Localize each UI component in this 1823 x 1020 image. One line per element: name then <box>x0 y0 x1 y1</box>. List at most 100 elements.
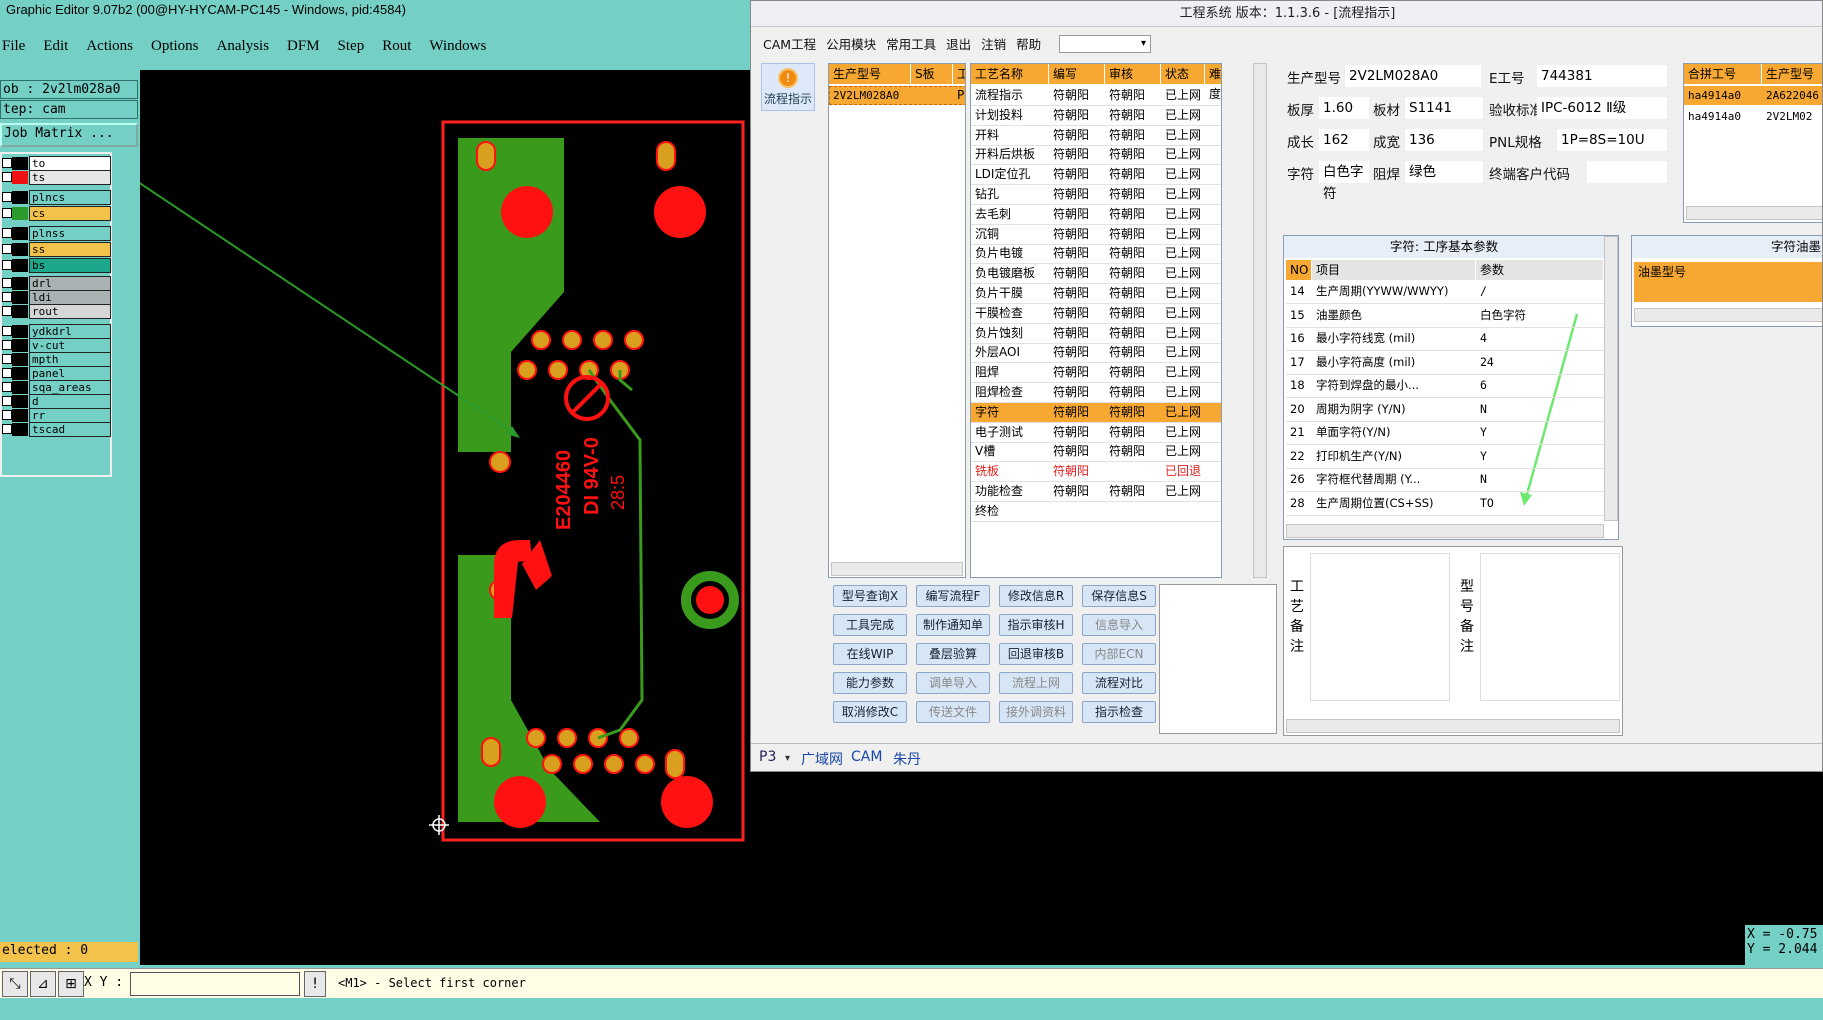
action-button[interactable]: 制作通知单 <box>916 614 990 636</box>
menu-edit[interactable]: Edit <box>43 38 68 62</box>
scrollbar-h[interactable] <box>1634 308 1822 322</box>
layer-color-swatch[interactable] <box>12 339 28 352</box>
layer-row-d[interactable]: d <box>2 394 112 409</box>
layer-color-swatch[interactable] <box>12 277 28 290</box>
layer-color-swatch[interactable] <box>12 367 28 380</box>
layer-row-plnss[interactable]: plnss <box>2 226 112 241</box>
action-button[interactable]: 编写流程F <box>916 585 990 607</box>
menu-logout[interactable]: 注销 <box>981 34 1006 53</box>
graphic-canvas[interactable]: E204460 DI 94V-0 28:5 <box>140 70 752 970</box>
action-button[interactable]: 流程上网 <box>999 672 1073 694</box>
field-model[interactable]: 2V2LM028A0 <box>1345 65 1481 87</box>
menu-options[interactable]: Options <box>151 38 199 62</box>
layer-row-ydkdrl[interactable]: ydkdrl <box>2 324 112 339</box>
layer-checkbox[interactable] <box>2 396 12 406</box>
col-header[interactable]: 工 <box>953 64 965 84</box>
layer-row-tscad[interactable]: tscad <box>2 422 112 437</box>
layer-row-to[interactable]: to <box>2 156 112 171</box>
status-dropdown-icon[interactable]: ▾ <box>785 753 790 764</box>
layer-name[interactable]: to <box>29 156 111 171</box>
field-standard[interactable]: IPC-6012 Ⅱ级 <box>1537 97 1667 119</box>
action-button[interactable]: 内部ECN <box>1082 643 1156 665</box>
action-button[interactable]: 型号查询X <box>833 585 907 607</box>
action-button[interactable]: 保存信息S <box>1082 585 1156 607</box>
merge-cell[interactable]: ha4914a0 <box>1684 86 1762 105</box>
layer-row-rout[interactable]: rout <box>2 304 112 319</box>
menu-rout[interactable]: Rout <box>382 38 411 62</box>
job-matrix-button[interactable]: Job Matrix ... <box>0 123 138 147</box>
field-thickness[interactable]: 1.60 <box>1319 97 1369 119</box>
layer-checkbox[interactable] <box>2 410 12 420</box>
field-eno[interactable]: 744381 <box>1537 65 1667 87</box>
col-header[interactable]: 工艺名称 <box>971 64 1049 84</box>
action-button[interactable]: 指示检查 <box>1082 701 1156 723</box>
action-button[interactable]: 传送文件 <box>916 701 990 723</box>
layer-name[interactable]: rout <box>29 304 111 319</box>
layer-name[interactable]: panel <box>29 366 111 381</box>
layer-checkbox[interactable] <box>2 354 12 364</box>
menu-actions[interactable]: Actions <box>86 38 133 62</box>
menu-help[interactable]: 帮助 <box>1016 34 1041 53</box>
menu-analysis[interactable]: Analysis <box>217 38 270 62</box>
layer-checkbox[interactable] <box>2 260 12 270</box>
layer-color-swatch[interactable] <box>12 353 28 366</box>
action-button[interactable]: 取消修改C <box>833 701 907 723</box>
menu-common-tools[interactable]: 常用工具 <box>886 34 936 53</box>
layer-color-swatch[interactable] <box>12 259 28 272</box>
layer-name[interactable]: drl <box>29 276 111 291</box>
menu-dfm[interactable]: DFM <box>287 38 320 62</box>
col-header[interactable]: S板 <box>911 64 953 84</box>
menu-windows[interactable]: Windows <box>429 38 486 62</box>
col-header[interactable]: 生产型号 <box>1762 64 1822 84</box>
field-material[interactable]: S1141 <box>1405 97 1483 119</box>
layer-color-swatch[interactable] <box>12 325 28 338</box>
action-button[interactable]: 流程对比 <box>1082 672 1156 694</box>
model-notes-text[interactable] <box>1480 553 1620 701</box>
merge-cell[interactable]: 2A622046 <box>1762 86 1822 105</box>
field-mask[interactable]: 绿色 <box>1405 161 1483 183</box>
layer-color-swatch[interactable] <box>12 291 28 304</box>
layer-color-swatch[interactable] <box>12 207 28 220</box>
action-button[interactable]: 接外调资料 <box>999 701 1073 723</box>
layer-checkbox[interactable] <box>2 382 12 392</box>
action-button[interactable]: 修改信息R <box>999 585 1073 607</box>
action-button[interactable]: 能力参数 <box>833 672 907 694</box>
measure-icon[interactable]: ⊿ <box>30 971 56 997</box>
layer-row-cs[interactable]: cs <box>2 206 112 221</box>
layer-row-drl[interactable]: drl <box>2 276 112 291</box>
layer-checkbox[interactable] <box>2 158 12 168</box>
layer-name[interactable]: bs <box>29 258 111 273</box>
field-length[interactable]: 162 <box>1319 129 1369 151</box>
action-button[interactable]: 调单导入 <box>916 672 990 694</box>
layer-checkbox[interactable] <box>2 244 12 254</box>
process-scrollbar[interactable] <box>1253 63 1267 578</box>
layer-checkbox[interactable] <box>2 326 12 336</box>
layer-name[interactable]: plncs <box>29 190 111 205</box>
layer-name[interactable]: sqa_areas <box>29 380 111 395</box>
layer-color-swatch[interactable] <box>12 171 28 184</box>
merge-cell[interactable]: 2V2LM02 <box>1762 107 1822 126</box>
layer-row-sqa_areas[interactable]: sqa_areas <box>2 380 112 395</box>
xy-input[interactable] <box>130 972 300 996</box>
col-header[interactable]: 状态 <box>1161 64 1205 84</box>
grid-icon[interactable]: ⊞ <box>58 971 84 997</box>
layer-name[interactable]: plnss <box>29 226 111 241</box>
layer-name[interactable]: mpth <box>29 352 111 367</box>
layer-color-swatch[interactable] <box>12 227 28 240</box>
layer-checkbox[interactable] <box>2 424 12 434</box>
field-pnl[interactable]: 1P=8S=10U <box>1557 129 1667 151</box>
layer-row-plncs[interactable]: plncs <box>2 190 112 205</box>
layer-checkbox[interactable] <box>2 192 12 202</box>
action-button[interactable]: 指示审核H <box>999 614 1073 636</box>
menu-exit[interactable]: 退出 <box>946 34 971 53</box>
layer-row-rr[interactable]: rr <box>2 408 112 423</box>
layer-row-ts[interactable]: ts <box>2 170 112 185</box>
layer-checkbox[interactable] <box>2 306 12 316</box>
layer-checkbox[interactable] <box>2 172 12 182</box>
notes-scrollbar[interactable] <box>1286 719 1620 733</box>
field-width[interactable]: 136 <box>1405 129 1483 151</box>
action-button[interactable]: 工具完成 <box>833 614 907 636</box>
action-button[interactable]: 回退审核B <box>999 643 1073 665</box>
layer-row-bs[interactable]: bs <box>2 258 112 273</box>
col-header[interactable]: 难度 <box>1205 64 1221 101</box>
